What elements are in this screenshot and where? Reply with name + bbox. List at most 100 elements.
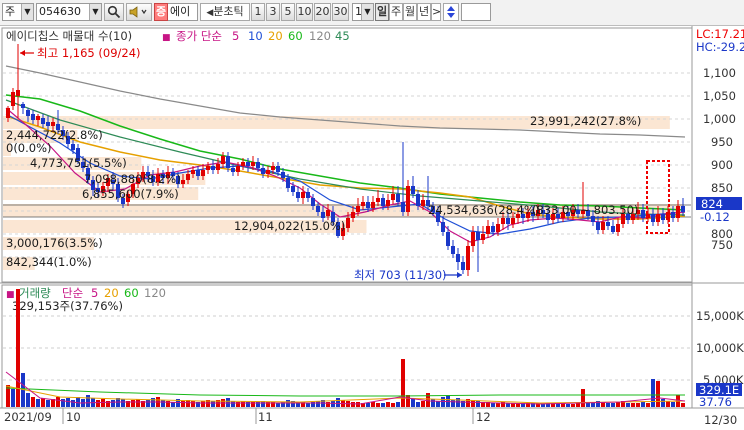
ma-label: 종가 단순 <box>176 29 222 43</box>
date-label: 11 <box>258 410 273 424</box>
volume-bar <box>131 400 135 407</box>
candle-body <box>421 200 425 206</box>
scroll-updown-icon[interactable] <box>443 3 459 21</box>
volume-max-label: 329,153주(37.76%) <box>12 299 123 313</box>
candle-body <box>356 206 360 212</box>
stock-code-value: 054630 <box>39 5 81 18</box>
period-button-30[interactable]: 30 <box>332 3 349 21</box>
candle-body <box>346 218 350 228</box>
candle-body <box>661 214 665 220</box>
volume-bar <box>11 389 15 407</box>
volume-tick: 15,000K <box>696 309 744 323</box>
chevron-down-icon[interactable]: ▼ <box>21 4 33 20</box>
count-spinner[interactable]: 1 ▼ <box>352 3 374 21</box>
candle-body <box>596 222 600 230</box>
volume-bar <box>371 402 375 407</box>
chevron-down-icon[interactable]: ▼ <box>361 4 373 20</box>
price-panel-legend: 에이디칩스 매물대 수(10) ■ 종가 단순 5 10 20 60 120 4… <box>6 29 350 43</box>
volume-bar <box>671 402 675 407</box>
price-tick: 950 <box>711 135 733 149</box>
volume-bar <box>26 393 30 407</box>
vp-label: 6,855,600(7.9%) <box>82 187 179 201</box>
candle-body <box>181 180 185 184</box>
stock-chart[interactable]: 23,991,242(27.8%) 2,444,722(2.8%) 0(0.0%… <box>0 26 744 430</box>
high-label: 최고 1,165 (09/24) <box>37 46 141 60</box>
candle-body <box>296 192 300 198</box>
period-type-select[interactable]: ◀분초틱 <box>200 3 250 21</box>
stock-code-input[interactable]: 054630 ▼ <box>36 3 102 21</box>
search-icon[interactable] <box>104 3 124 21</box>
candle-body <box>191 170 195 174</box>
candle-body <box>316 206 320 212</box>
market-select[interactable]: 주 ▼ <box>2 3 34 21</box>
unit-day-button[interactable]: 일 <box>375 3 389 21</box>
extra-input[interactable] <box>461 3 491 21</box>
change-value: -0.12 <box>700 210 730 224</box>
candle-body <box>211 166 215 170</box>
volume-bar <box>76 397 80 407</box>
vp-label: 0(0.0%) <box>6 141 52 155</box>
candle-body <box>281 172 285 178</box>
ma-5-legend: 5 <box>232 29 239 43</box>
candle-body <box>446 232 450 246</box>
candle-body <box>41 118 45 124</box>
candle-body <box>381 198 385 206</box>
volume-bar <box>626 403 630 407</box>
volume-bar <box>376 403 380 407</box>
candle-body <box>186 174 190 180</box>
candle-body <box>251 162 255 166</box>
period-button-3[interactable]: 3 <box>266 3 280 21</box>
candle-body <box>501 218 505 224</box>
candle-body <box>466 246 470 270</box>
name-tag-badge: 증 <box>154 3 168 21</box>
candle-body <box>641 210 645 218</box>
vp-label: 2,444,722(2.8%) <box>6 128 103 142</box>
candle-body <box>506 218 510 224</box>
volume-bar <box>36 399 40 407</box>
current-volume-pct: 37.76 <box>699 395 732 409</box>
chevron-right-icon[interactable]: > <box>431 3 441 21</box>
period-button-1[interactable]: 1 <box>251 3 265 21</box>
candle-body <box>231 168 235 172</box>
volume-bar <box>136 399 140 407</box>
candle-body <box>406 186 410 212</box>
candle-body <box>606 222 610 226</box>
volume-bar <box>581 389 585 407</box>
volume-bar <box>571 404 575 407</box>
candle-body <box>236 166 240 172</box>
volume-bar <box>661 399 665 407</box>
volume-bar <box>181 401 185 407</box>
volume-bar <box>86 395 90 407</box>
volume-bar <box>606 403 610 407</box>
volume-bar <box>351 402 355 407</box>
candle-body <box>276 166 280 172</box>
volume-bar <box>336 398 340 407</box>
toolbar: 주 ▼ 054630 ▼ 증 에이 ◀분초틱 1 3 5 10 20 30 1 … <box>0 0 744 26</box>
unit-week-button[interactable]: 주 <box>389 3 403 21</box>
candle-body <box>461 262 465 270</box>
period-button-10[interactable]: 10 <box>296 3 313 21</box>
vol-ma-120-legend: 120 <box>144 286 166 300</box>
period-button-20[interactable]: 20 <box>314 3 331 21</box>
vp-label: 24,534,636(28.4%) <box>428 203 539 217</box>
bullet-icon: ■ <box>162 33 171 43</box>
unit-month-button[interactable]: 월 <box>403 3 417 21</box>
candle-body <box>36 116 40 120</box>
unit-year-button[interactable]: 년 <box>417 3 431 21</box>
volume-bar <box>111 400 115 407</box>
volume-bar <box>631 403 635 407</box>
volume-bar <box>491 403 495 407</box>
speaker-icon[interactable] <box>126 3 152 21</box>
low-label: 최저 703 (11/30) <box>354 268 447 282</box>
candle-body <box>401 202 405 212</box>
stock-name-value: 에이 <box>170 5 191 18</box>
candle-body <box>286 178 290 188</box>
volume-bar <box>146 400 150 407</box>
chevron-down-icon[interactable]: ▼ <box>89 4 101 20</box>
stock-name-field[interactable]: 에이 <box>168 3 198 21</box>
candle-body <box>256 162 260 168</box>
candle-body <box>386 200 390 206</box>
candle-body <box>291 186 295 192</box>
period-button-5[interactable]: 5 <box>281 3 295 21</box>
volume-bar <box>476 401 480 407</box>
